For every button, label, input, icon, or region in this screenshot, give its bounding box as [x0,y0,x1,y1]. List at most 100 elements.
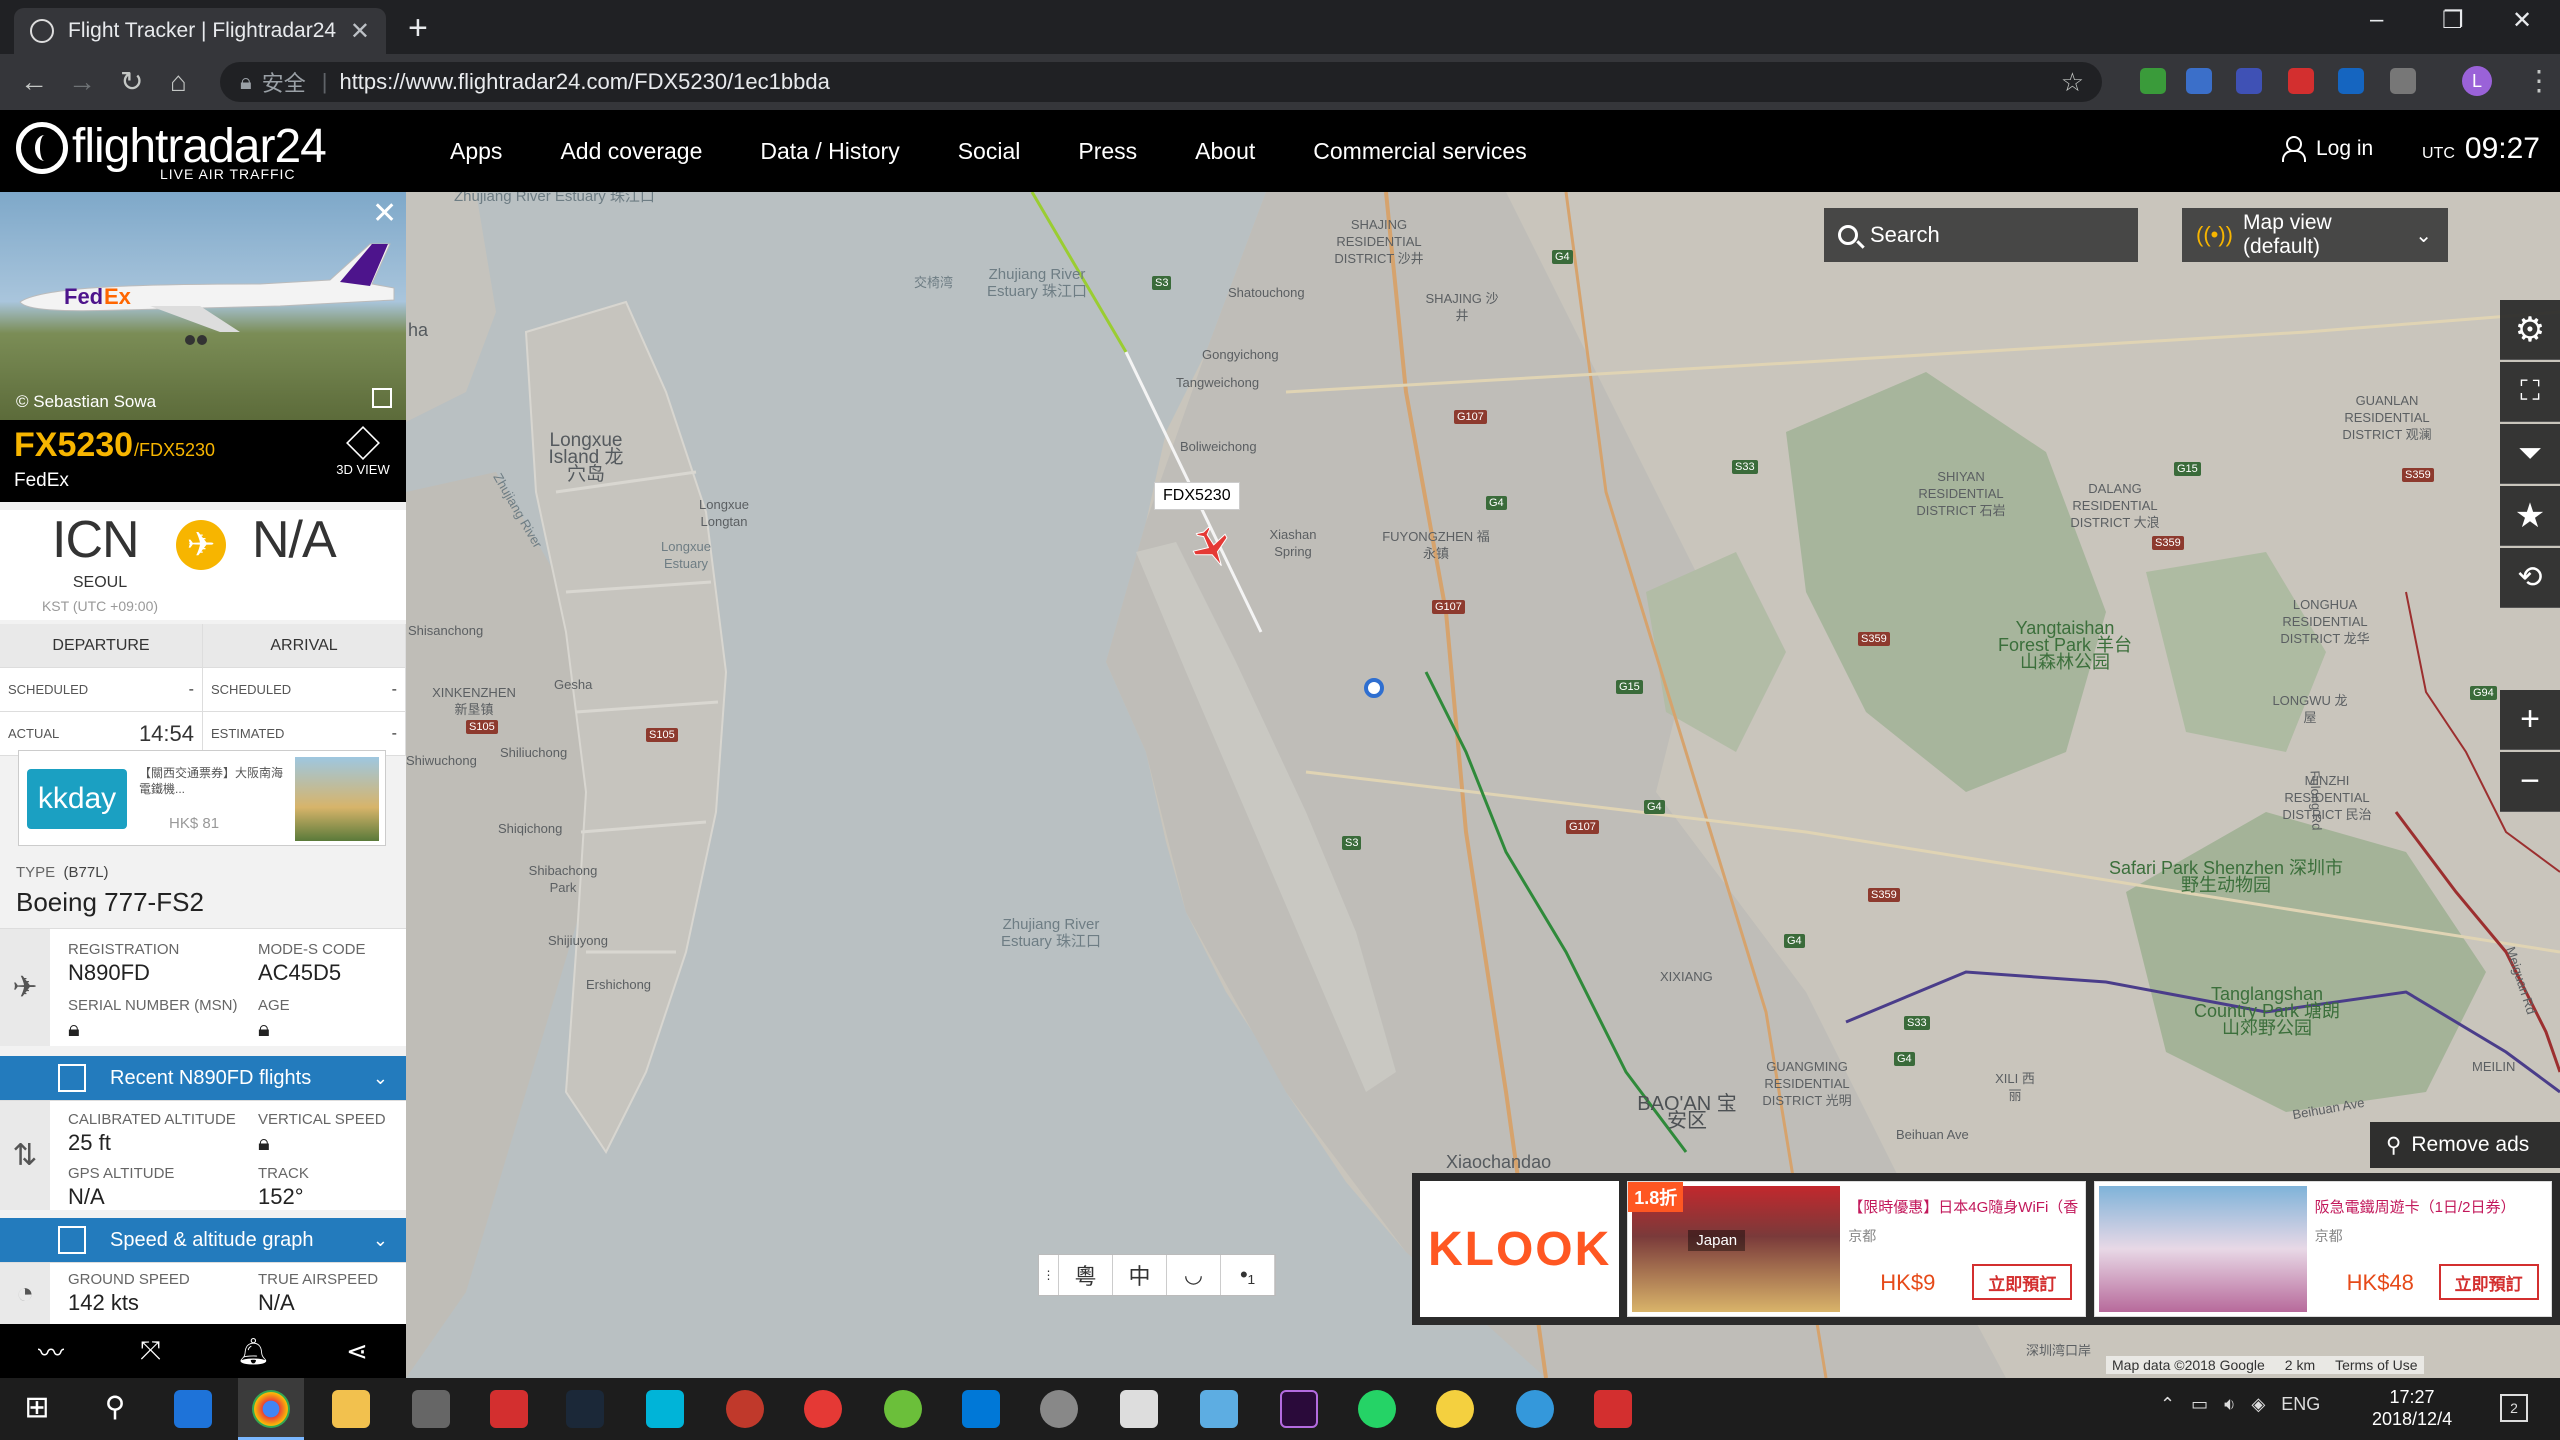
road-shield: S105 [646,728,678,742]
playback-icon[interactable]: ⟲ [2500,548,2560,608]
map-view-dropdown[interactable]: ((•)) Map view (default) ⌄ [2182,208,2448,262]
bookmark-star-icon[interactable]: ☆ [2061,67,2084,98]
store-icon[interactable] [412,1390,450,1428]
nav-press[interactable]: Press [1078,138,1137,165]
book-now-button[interactable]: 立即預訂 [1972,1264,2073,1300]
extension-bookmark-icon[interactable] [2338,68,2364,94]
kkday-ad[interactable]: kkday 【關西交通票券】大阪南海電鐵機... HK$ 81 [18,750,386,846]
follow-aircraft-icon[interactable]: ⤧ [140,1335,161,1367]
tab-close-icon[interactable]: ✕ [350,17,370,46]
speed-graph-toggle[interactable]: Speed & altitude graph ⌄ [0,1218,406,1262]
flight-callsign-label[interactable]: FDX5230 [1154,482,1240,510]
sun-app-icon[interactable] [726,1390,764,1428]
photo-credit[interactable]: © Sebastian Sowa [16,392,156,412]
dropbox-icon[interactable]: ◈ [2251,1394,2265,1415]
nav-data-history[interactable]: Data / History [760,138,899,165]
age-lock-icon[interactable]: 🔒︎ [258,1016,290,1042]
aircraft-photo[interactable]: Fed Ex © Sebastian Sowa ✕ [0,192,406,420]
favorites-star-icon[interactable]: ★ [2500,486,2560,546]
home-icon[interactable]: ⌂ [170,66,187,98]
profile-avatar[interactable]: L [2462,66,2492,96]
drag-handle[interactable]: ⋮ [1039,1255,1059,1295]
close-panel-icon[interactable]: ✕ [372,196,397,231]
klook-logo[interactable]: KLOOK [1420,1181,1620,1317]
cloud-icon[interactable] [1516,1390,1554,1428]
green-app-icon[interactable] [884,1390,922,1428]
keyboard-lang[interactable]: ENG [2281,1394,2320,1415]
notes-icon[interactable] [1120,1390,1158,1428]
minimize-icon[interactable]: – [2370,6,2383,34]
zoom-in-button[interactable]: + [2500,690,2560,750]
clock-time: 17:27 [2389,1387,2435,1407]
photos-icon[interactable] [1200,1390,1238,1428]
windows-start-icon[interactable]: ⊞ [18,1390,56,1428]
expand-photo-icon[interactable] [372,388,392,408]
ad-banner[interactable]: KLOOK Japan 1.8折 【限時優惠】日本4G隨身WiFi（香... 京… [1412,1173,2560,1325]
ad-card-hankyu[interactable]: 阪急電鐵周遊卡（1日/2日券） 京都 HK$48 立即預訂 [2093,1181,2552,1317]
steam-icon[interactable] [566,1390,604,1428]
netease-icon[interactable] [804,1390,842,1428]
zoom-out-button[interactable]: − [2500,752,2560,812]
file-explorer-icon[interactable] [332,1390,370,1428]
extension-play-icon[interactable] [2288,68,2314,94]
gray-app-icon[interactable] [1040,1390,1078,1428]
network-icon[interactable]: ▭ [2191,1394,2208,1415]
map-search-box[interactable]: Search [1824,208,2138,262]
login-button[interactable]: Log in [2282,136,2373,162]
terms-link[interactable]: Terms of Use [2335,1357,2417,1373]
chevron-down-icon: ⌄ [2415,224,2432,247]
acrobat-icon[interactable] [1594,1390,1632,1428]
widgets-icon[interactable]: ⛶ [2500,362,2560,422]
search-icon[interactable]: ⚲ [96,1390,134,1428]
address-bar[interactable]: 🔒︎ 安全 | https://www.flightradar24.com/FD… [220,62,2102,102]
volume-icon[interactable]: 🔉︎ [2224,1394,2235,1415]
close-window-icon[interactable]: ✕ [2512,6,2532,35]
nav-apps[interactable]: Apps [450,138,502,165]
restore-icon[interactable]: ❐ [2442,6,2464,35]
share-icon[interactable]: ⋖ [346,1336,368,1367]
filter-icon[interactable]: ⏷ [2500,424,2560,484]
flash-icon[interactable] [490,1390,528,1428]
remove-ads-button[interactable]: ⚲ Remove ads [2370,1122,2560,1168]
lang-moon-button[interactable]: ◡ [1167,1255,1221,1295]
edge-icon[interactable] [174,1390,212,1428]
lang-cantonese-button[interactable]: 粵 [1059,1255,1113,1295]
notification-center-icon[interactable]: 2 [2500,1394,2528,1422]
tray-chevron-icon[interactable]: ⌃ [2160,1394,2175,1415]
lang-option-button[interactable]: •₁ [1221,1255,1275,1295]
logitech-icon[interactable] [646,1390,684,1428]
nav-add-coverage[interactable]: Add coverage [560,138,702,165]
emoji-app-icon[interactable] [1436,1390,1474,1428]
new-tab-button[interactable]: + [408,8,428,48]
flight-map[interactable]: Zhujiang River Estuary 珠江口 交椅湾 Zhujiang … [406,192,2560,1378]
extension-translate-icon[interactable] [2186,68,2212,94]
back-icon[interactable]: ← [20,66,48,98]
nav-about[interactable]: About [1195,138,1255,165]
recent-flights-toggle[interactable]: Recent N890FD flights ⌄ [0,1056,406,1100]
extension-camera-icon[interactable] [2390,68,2416,94]
extension-shield-icon[interactable] [2236,68,2262,94]
ad-card-wifi[interactable]: Japan 1.8折 【限時優惠】日本4G隨身WiFi（香... 京都 HK$9… [1627,1181,2086,1317]
nav-commercial-services[interactable]: Commercial services [1313,138,1526,165]
reload-icon[interactable]: ↻ [120,66,143,98]
taskbar-clock[interactable]: 17:27 2018/12/4 [2372,1386,2452,1430]
origin-code[interactable]: ICN [52,510,140,570]
premiere-icon[interactable] [1280,1390,1318,1428]
remote-desktop-icon[interactable] [962,1390,1000,1428]
settings-gear-icon[interactable]: ⚙ [2500,300,2560,360]
chrome-icon[interactable] [252,1390,290,1428]
extension-evernote-icon[interactable] [2140,68,2166,94]
3d-view-button[interactable]: 3D VIEW [334,426,392,477]
alert-bell-icon[interactable]: 🔔︎ [237,1336,270,1367]
route-icon[interactable]: 〰 [38,1333,64,1370]
lang-chinese-button[interactable]: 中 [1113,1255,1167,1295]
browser-tab[interactable]: Flight Tracker | Flightradar24 | ✕ [14,8,386,54]
forward-icon[interactable]: → [68,66,96,98]
nav-social[interactable]: Social [958,138,1021,165]
vspeed-lock-icon[interactable]: 🔒︎ [258,1130,386,1156]
whatsapp-icon[interactable] [1358,1390,1396,1428]
browser-menu-icon[interactable]: ⋮ [2525,64,2553,97]
book-now-button[interactable]: 立即預訂 [2438,1264,2539,1300]
svg-text:Fed: Fed [64,284,103,309]
serial-lock-icon[interactable]: 🔒︎ [68,1016,237,1042]
